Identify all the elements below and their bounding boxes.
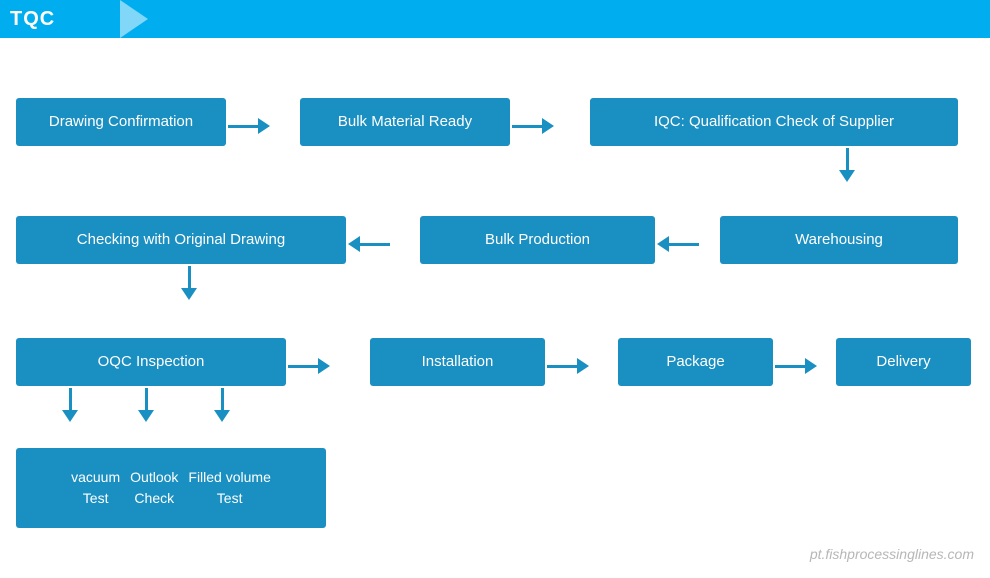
drawing-confirmation-box: Drawing Confirmation [16,98,226,146]
arrow-warehousing-to-bulk-production [657,236,699,252]
oqc-box: OQC Inspection [16,338,286,386]
outlook-check-col: Outlook Check [130,467,178,509]
arrow-bulk-material-to-iqc [512,118,554,134]
bulk-production-box: Bulk Production [420,216,655,264]
watermark: pt.fishprocessinglines.com [810,546,974,562]
arrows-oqc-to-bottom [62,388,230,422]
arrow-down-outlook [138,388,154,422]
arrow-down-filled [214,388,230,422]
header-title: TQC [10,8,55,31]
bottom-box-inner: vacuum Test Outlook Check Filled volume … [71,467,271,509]
main-content: Drawing Confirmation Bulk Material Ready… [0,38,990,578]
arrow-oqc-to-installation [288,358,330,374]
arrow-installation-to-package [547,358,589,374]
bulk-material-box: Bulk Material Ready [300,98,510,146]
bottom-box: vacuum Test Outlook Check Filled volume … [16,448,326,528]
arrow-drawing-to-bulk-material [228,118,270,134]
vacuum-test-col: vacuum Test [71,467,120,509]
package-box: Package [618,338,773,386]
header: TQC [0,0,990,38]
installation-box: Installation [370,338,545,386]
iqc-box: IQC: Qualification Check of Supplier [590,98,958,146]
warehousing-box: Warehousing [720,216,958,264]
checking-box: Checking with Original Drawing [16,216,346,264]
delivery-box: Delivery [836,338,971,386]
arrow-iqc-to-warehousing [839,148,855,182]
arrow-package-to-delivery [775,358,817,374]
arrow-bulk-production-to-checking [348,236,390,252]
filled-volume-col: Filled volume Test [188,467,270,509]
header-arrow-decoration [120,0,148,38]
arrow-checking-to-oqc [181,266,197,300]
arrow-down-vacuum [62,388,78,422]
